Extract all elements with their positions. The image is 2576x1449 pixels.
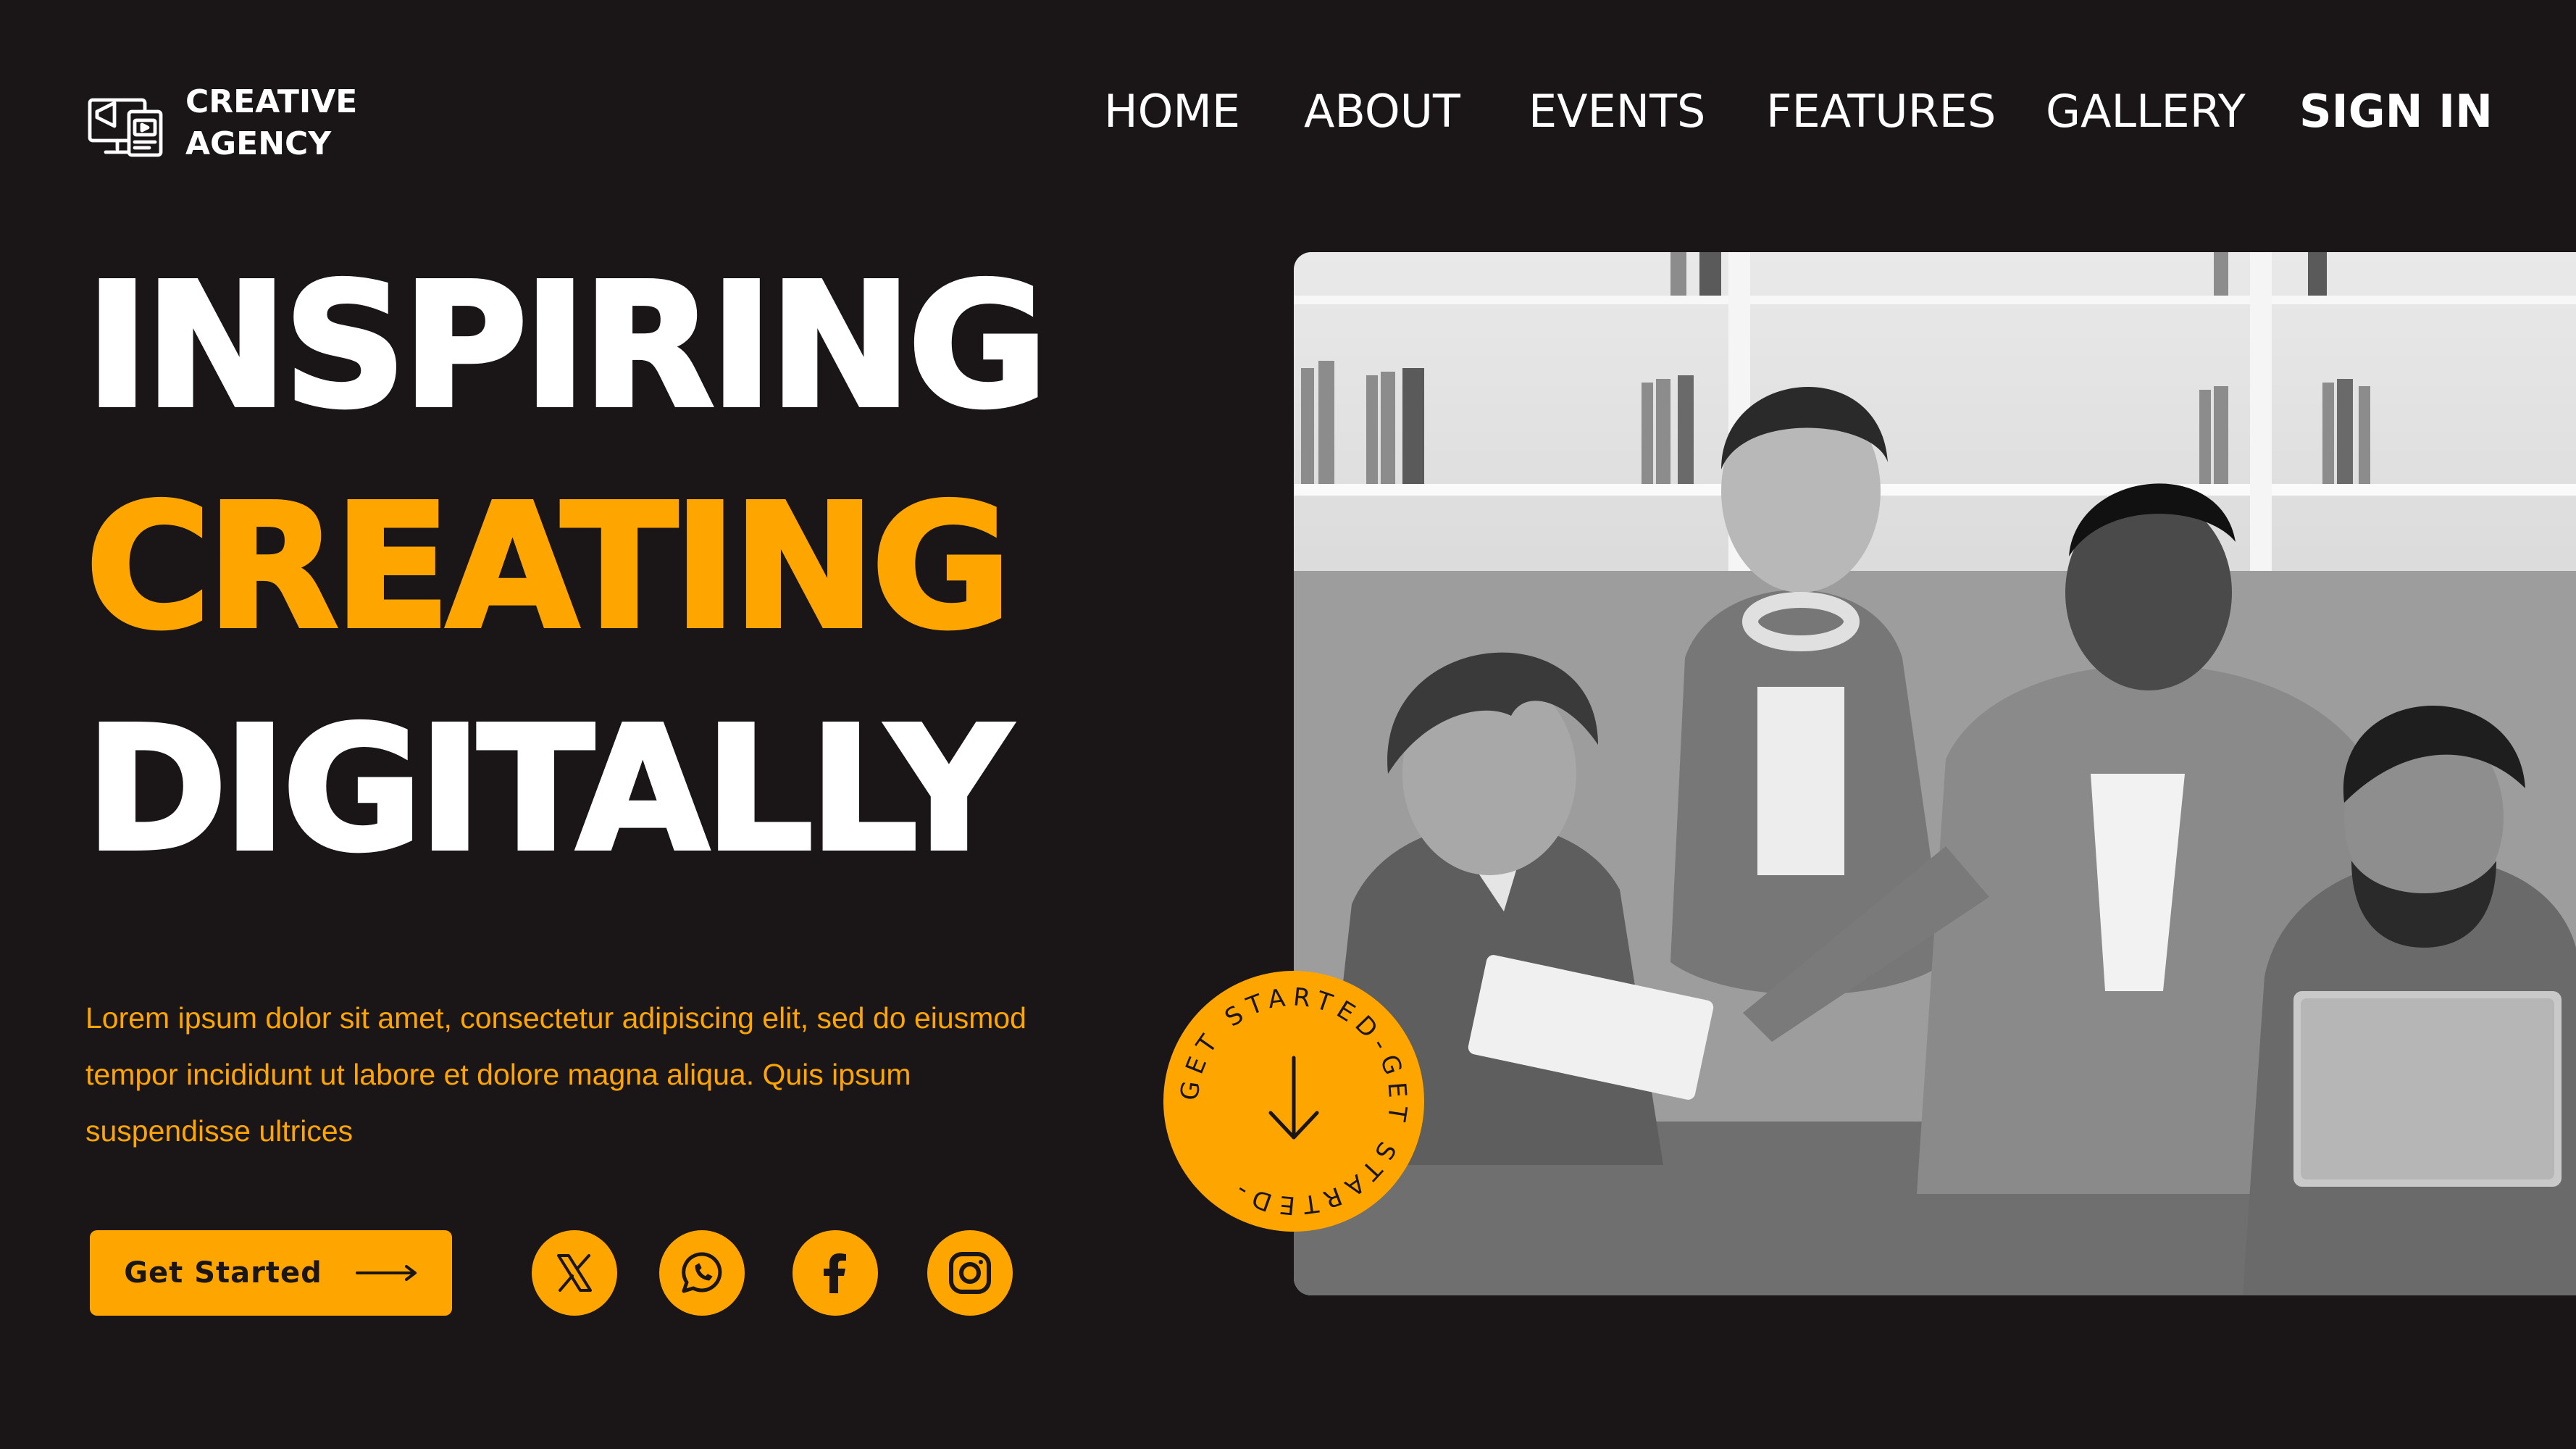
nav-features[interactable]: FEATURES xyxy=(1766,81,1996,142)
x-icon xyxy=(557,1254,592,1292)
arrow-right-icon xyxy=(355,1265,417,1281)
get-started-button[interactable]: Get Started xyxy=(90,1230,452,1316)
hero-headline-line2: CREATING xyxy=(83,467,1013,667)
whatsapp-social-button[interactable] xyxy=(659,1230,745,1316)
facebook-icon xyxy=(824,1253,846,1293)
nav-sign-in[interactable]: SIGN IN xyxy=(2299,81,2493,142)
hero-headline-line1: INSPIRING xyxy=(83,246,1050,446)
badge-graphic: GET STARTED-GET STARTED- xyxy=(1175,982,1406,1219)
get-started-badge[interactable]: GET STARTED-GET STARTED- xyxy=(1163,971,1424,1232)
arrow-down-icon xyxy=(1268,1056,1319,1140)
hero-headline-line3: DIGITALLY xyxy=(83,690,1013,889)
hero-team-photo xyxy=(1294,252,2576,1295)
nav-about[interactable]: ABOUT xyxy=(1304,81,1460,142)
whatsapp-icon xyxy=(682,1252,722,1293)
nav-events[interactable]: EVENTS xyxy=(1529,81,1705,142)
nav-home[interactable]: HOME xyxy=(1104,81,1240,142)
instagram-icon xyxy=(949,1252,991,1294)
facebook-social-button[interactable] xyxy=(793,1230,878,1316)
team-photo-illustration xyxy=(1294,252,2576,1295)
main-nav: HOME ABOUT EVENTS FEATURES GALLERY SIGN … xyxy=(0,81,2576,142)
get-started-label: Get Started xyxy=(124,1256,322,1290)
hero-description: Lorem ipsum dolor sit amet, consectetur … xyxy=(85,1001,1026,1148)
nav-gallery[interactable]: GALLERY xyxy=(2046,81,2246,142)
instagram-social-button[interactable] xyxy=(927,1230,1013,1316)
x-social-button[interactable] xyxy=(532,1230,617,1316)
